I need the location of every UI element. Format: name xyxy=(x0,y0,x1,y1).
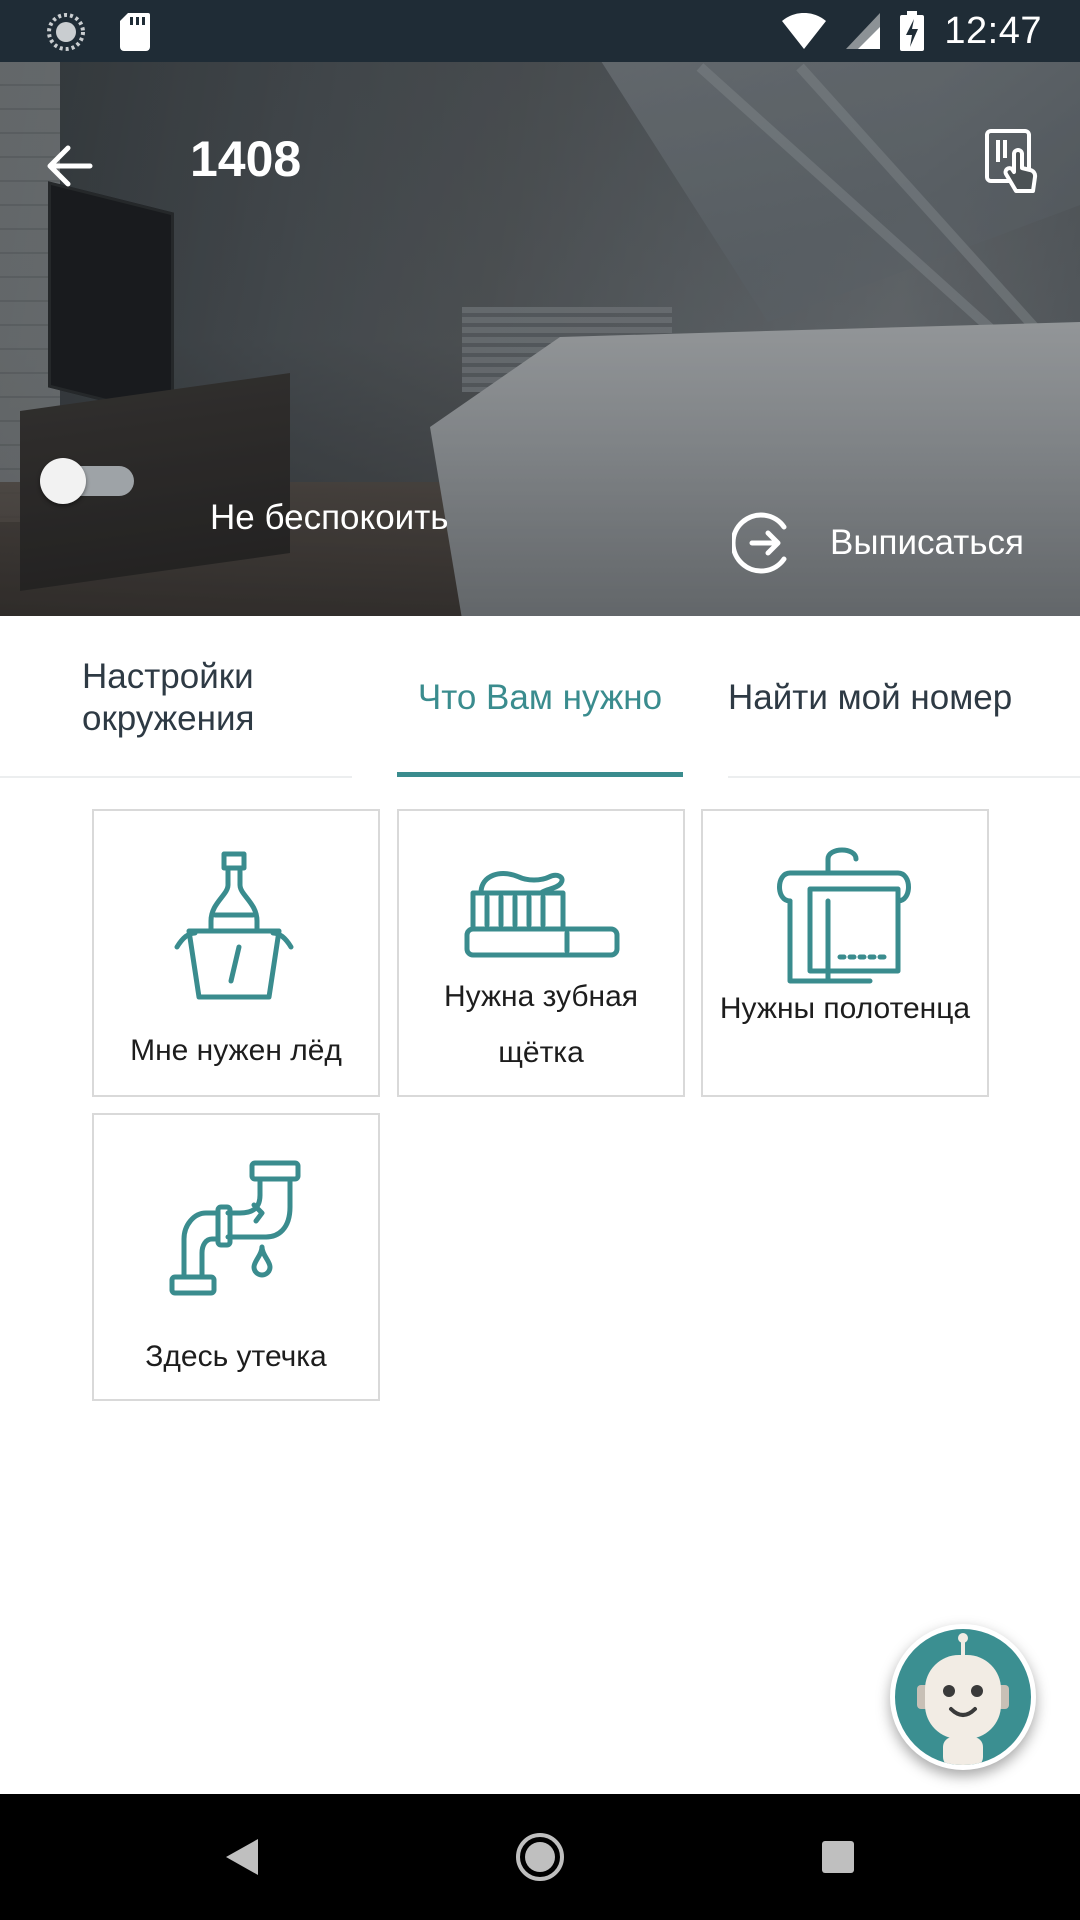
request-label: Нужна зубная щётка xyxy=(443,980,639,1069)
do-not-disturb-toggle[interactable] xyxy=(40,454,134,504)
room-number-title: 1408 xyxy=(190,131,302,187)
tab-label: Настройки окружения xyxy=(82,657,255,738)
wifi-icon xyxy=(782,13,827,49)
signal-icon xyxy=(846,13,881,49)
toothbrush-icon xyxy=(464,871,620,958)
towel-icon xyxy=(777,847,911,984)
request-tile-leak[interactable]: Здесь утечка xyxy=(92,1113,380,1401)
sync-icon xyxy=(47,13,85,51)
nav-home-button[interactable] xyxy=(480,1794,600,1920)
system-nav-bar xyxy=(0,1794,1080,1920)
leaking-pipe-icon xyxy=(169,1160,301,1296)
chatbot-button[interactable] xyxy=(890,1624,1036,1770)
tab-what-you-need[interactable]: Что Вам нужно xyxy=(397,616,683,780)
tab-find-my-room[interactable]: Найти мой номер xyxy=(728,616,1080,780)
active-tab-indicator xyxy=(397,772,683,777)
exit-circle-icon xyxy=(732,512,787,574)
tab-bar: Настройки окружения Что Вам нужно Найти … xyxy=(0,616,1080,780)
checkout-button[interactable]: Выписаться xyxy=(732,508,1024,578)
nav-back-button[interactable] xyxy=(182,1794,302,1920)
request-label: Мне нужен лёд xyxy=(130,1034,342,1067)
touch-key-icon xyxy=(985,129,1038,193)
tab-divider xyxy=(728,776,1080,778)
tab-label: Что Вам нужно xyxy=(417,678,663,717)
nav-home-icon xyxy=(516,1833,564,1881)
nav-recents-button[interactable] xyxy=(778,1794,898,1920)
sd-card-icon xyxy=(120,13,150,51)
arrow-left-icon xyxy=(47,145,93,187)
battery-charging-icon xyxy=(900,11,925,51)
request-label: Здесь утечка xyxy=(145,1340,327,1373)
robot-icon xyxy=(917,1633,1009,1765)
ice-bucket-icon xyxy=(174,851,294,1000)
request-tile-towels[interactable]: Нужны полотенца xyxy=(701,809,989,1097)
digital-key-button[interactable] xyxy=(984,128,1048,196)
tab-divider xyxy=(0,776,352,778)
toggle-thumb xyxy=(40,458,86,504)
do-not-disturb-label: Не беспокоить xyxy=(210,498,449,537)
request-tile-ice[interactable]: Мне нужен лёд xyxy=(92,809,380,1097)
request-label: Нужны полотенца xyxy=(719,992,971,1025)
status-time: 12:47 xyxy=(944,9,1042,52)
status-bar: 12:47 xyxy=(0,0,1080,62)
back-button[interactable] xyxy=(42,138,98,194)
nav-recents-icon xyxy=(822,1841,854,1873)
tab-environment-settings[interactable]: Настройки окружения xyxy=(82,616,362,780)
nav-back-icon xyxy=(226,1839,258,1875)
checkout-label: Выписаться xyxy=(830,523,1024,562)
request-tile-toothbrush[interactable]: Нужна зубная щётка xyxy=(397,809,685,1097)
tab-label: Найти мой номер xyxy=(728,678,1013,717)
